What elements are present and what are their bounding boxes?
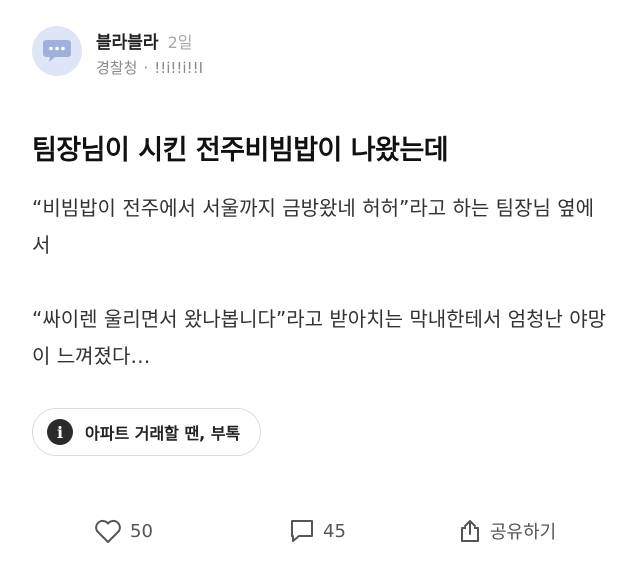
comment-button[interactable]: 45: [289, 518, 346, 544]
post-body: “비빔밥이 전주에서 서울까지 금방왔네 허허”라고 하는 팀장님 옆에서 “싸…: [32, 190, 612, 375]
author-name[interactable]: 블라블라: [96, 28, 159, 53]
topic-tag-label: 아파트 거래할 땐, 부톡: [85, 424, 241, 443]
company-name[interactable]: 경찰청: [96, 59, 137, 77]
topic-tag-button[interactable]: i 아파트 거래할 땐, 부톡: [32, 408, 262, 456]
post-time: 2일: [167, 33, 193, 52]
share-label: 공유하기: [490, 522, 557, 543]
info-icon: i: [47, 419, 73, 445]
post-paragraph: “비빔밥이 전주에서 서울까지 금방왔네 허허”라고 하는 팀장님 옆에서: [32, 196, 595, 257]
avatar[interactable]: [32, 26, 82, 76]
like-button[interactable]: 50: [94, 518, 153, 544]
meta-separator: ·: [143, 59, 149, 77]
post-meta: 블라블라 2일 경찰청 · !!i!!i!!I: [96, 28, 203, 78]
post-header: 블라블라 2일 경찰청 · !!i!!i!!I: [32, 26, 203, 78]
post-paragraph: “싸이렌 울리면서 왔나봅니다”라고 받아치는 막내한테서 엄청난 야망이 느껴…: [32, 307, 607, 368]
heart-icon: [95, 519, 121, 543]
comment-icon: [291, 520, 313, 542]
post-title: 팀장님이 시킨 전주비빔밥이 나왔는데: [32, 135, 449, 166]
author-info: 경찰청 · !!i!!i!!I: [96, 57, 203, 78]
author-handle: !!i!!i!!I: [154, 59, 204, 77]
comment-count: 45: [323, 520, 346, 542]
share-button[interactable]: 공유하기: [458, 518, 556, 544]
share-icon: [461, 520, 479, 542]
action-bar: 50 45 공유하기: [0, 518, 640, 552]
like-count: 50: [130, 520, 153, 542]
chat-bubble-icon: [43, 40, 71, 62]
